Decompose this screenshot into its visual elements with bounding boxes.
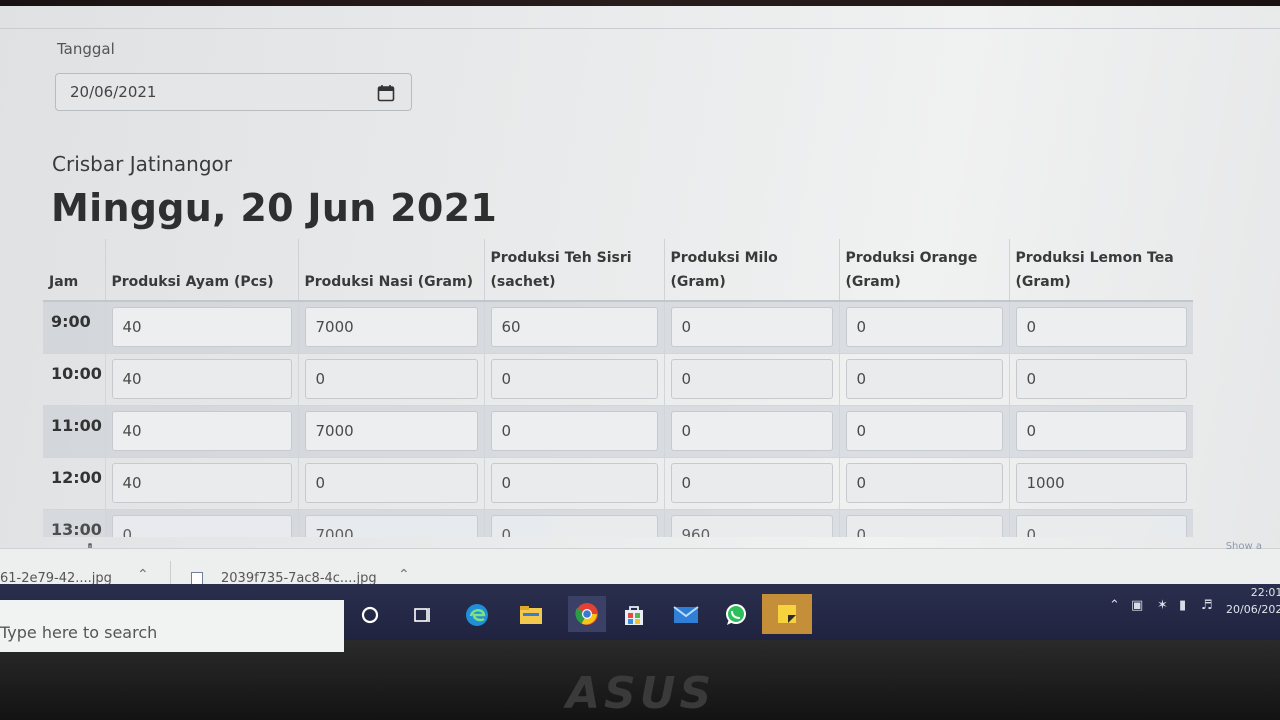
page-top-divider — [0, 28, 1280, 29]
search-placeholder: Type here to search — [0, 623, 158, 642]
orange-input[interactable]: 0 — [845, 462, 1003, 503]
hour-cell: 9:00 — [43, 301, 106, 354]
battery-icon[interactable]: ▮ — [1179, 598, 1186, 613]
hour-cell: 11:00 — [43, 405, 106, 458]
column-header-ayam: Produksi Ayam (Pcs) — [105, 239, 299, 302]
production-table-container: Jam Produksi Ayam (Pcs) Produksi Nasi (G… — [43, 239, 1193, 537]
milo-input[interactable]: 0 — [670, 410, 833, 451]
system-clock[interactable]: 22:01 20/06/202 — [1226, 584, 1280, 618]
clock-date: 20/06/202 — [1226, 603, 1280, 616]
clock-time: 22:01 — [1250, 586, 1280, 599]
chevron-up-icon[interactable]: ⌃ — [1109, 598, 1120, 613]
teh-input[interactable]: 0 — [490, 514, 658, 537]
cortana-circle-icon[interactable] — [356, 601, 384, 629]
volume-icon[interactable]: ♬ — [1201, 598, 1213, 613]
column-header-orange: Produksi Orange (Gram) — [839, 239, 1010, 302]
chevron-up-icon[interactable]: ⌃ — [137, 567, 149, 583]
lemon-input[interactable]: 0 — [1015, 514, 1187, 537]
edge-icon[interactable] — [463, 601, 491, 629]
production-table: Jam Produksi Ayam (Pcs) Produksi Nasi (G… — [43, 239, 1193, 537]
date-label: Tanggal — [57, 40, 115, 58]
column-header-milo: Produksi Milo (Gram) — [664, 239, 840, 302]
task-view-icon[interactable] — [408, 601, 436, 629]
tray-app-icon[interactable]: ▣ — [1131, 598, 1143, 613]
whatsapp-icon[interactable] — [722, 601, 750, 629]
orange-input[interactable]: 0 — [845, 410, 1003, 451]
table-row: 10:00 40 0 0 0 0 0 — [43, 353, 1193, 406]
ayam-input[interactable]: 40 — [111, 358, 292, 399]
table-row: 13:00 0 7000 0 960 0 0 — [43, 509, 1193, 537]
taskbar-search-box[interactable]: Type here to search — [0, 600, 344, 652]
table-row: 11:00 40 7000 0 0 0 0 — [43, 405, 1193, 458]
teh-input[interactable]: 0 — [490, 410, 658, 451]
milo-input[interactable]: 0 — [670, 462, 833, 503]
ayam-input[interactable]: 0 — [111, 514, 292, 537]
store-icon[interactable] — [620, 601, 648, 629]
ayam-input[interactable]: 40 — [111, 307, 292, 347]
chevron-up-icon[interactable]: ⌃ — [398, 567, 410, 583]
table-header-row: Jam Produksi Ayam (Pcs) Produksi Nasi (G… — [43, 239, 1193, 302]
lemon-input[interactable]: 1000 — [1015, 462, 1187, 503]
milo-input[interactable]: 0 — [670, 358, 833, 399]
milo-input[interactable]: 0 — [670, 307, 833, 347]
lemon-input[interactable]: 0 — [1015, 358, 1187, 399]
mail-icon[interactable] — [672, 601, 700, 629]
hour-cell: 10:00 — [43, 353, 106, 406]
lemon-input[interactable]: 0 — [1015, 410, 1187, 451]
orange-input[interactable]: 0 — [845, 307, 1003, 347]
teh-input[interactable]: 0 — [490, 462, 658, 503]
table-row: 9:00 40 7000 60 0 0 0 — [43, 301, 1193, 354]
page-title: Minggu, 20 Jun 2021 — [51, 186, 498, 230]
column-header-teh: Produksi Teh Sisri (sachet) — [484, 239, 665, 302]
store-name: Crisbar Jatinangor — [52, 152, 233, 176]
sticky-notes-icon[interactable] — [762, 594, 812, 634]
orange-input[interactable]: 0 — [845, 358, 1003, 399]
nasi-input[interactable]: 7000 — [304, 514, 478, 537]
date-input-value: 20/06/2021 — [70, 83, 157, 101]
column-header-nasi: Produksi Nasi (Gram) — [298, 239, 485, 302]
file-explorer-icon[interactable] — [517, 601, 545, 629]
milo-input[interactable]: 960 — [670, 514, 833, 537]
calendar-icon[interactable] — [377, 84, 395, 102]
teh-input[interactable]: 0 — [490, 358, 658, 399]
nasi-input[interactable]: 0 — [304, 358, 478, 399]
hour-cell: 12:00 — [43, 457, 106, 510]
chrome-icon[interactable] — [568, 596, 606, 632]
teh-input[interactable]: 60 — [490, 307, 658, 347]
nasi-input[interactable]: 7000 — [304, 410, 478, 451]
table-row: 12:00 40 0 0 0 0 1000 — [43, 457, 1193, 510]
brand-logo: ASUS — [566, 668, 716, 719]
show-all-link[interactable]: Show a — [1226, 541, 1262, 552]
orange-input[interactable]: 0 — [845, 514, 1003, 537]
nasi-input[interactable]: 7000 — [304, 307, 478, 347]
column-header-lemon: Produksi Lemon Tea (Gram) — [1009, 239, 1193, 302]
ayam-input[interactable]: 40 — [111, 410, 292, 451]
lemon-input[interactable]: 0 — [1015, 307, 1187, 347]
ayam-input[interactable]: 40 — [111, 462, 292, 503]
nasi-input[interactable]: 0 — [304, 462, 478, 503]
column-header-jam: Jam — [43, 239, 106, 302]
screen: Tanggal 20/06/2021 Crisbar Jatinangor Mi… — [0, 6, 1280, 656]
date-input[interactable]: 20/06/2021 — [55, 73, 412, 111]
hour-cell: 13:00 — [43, 509, 106, 537]
wifi-icon[interactable]: ✶ — [1157, 598, 1168, 613]
